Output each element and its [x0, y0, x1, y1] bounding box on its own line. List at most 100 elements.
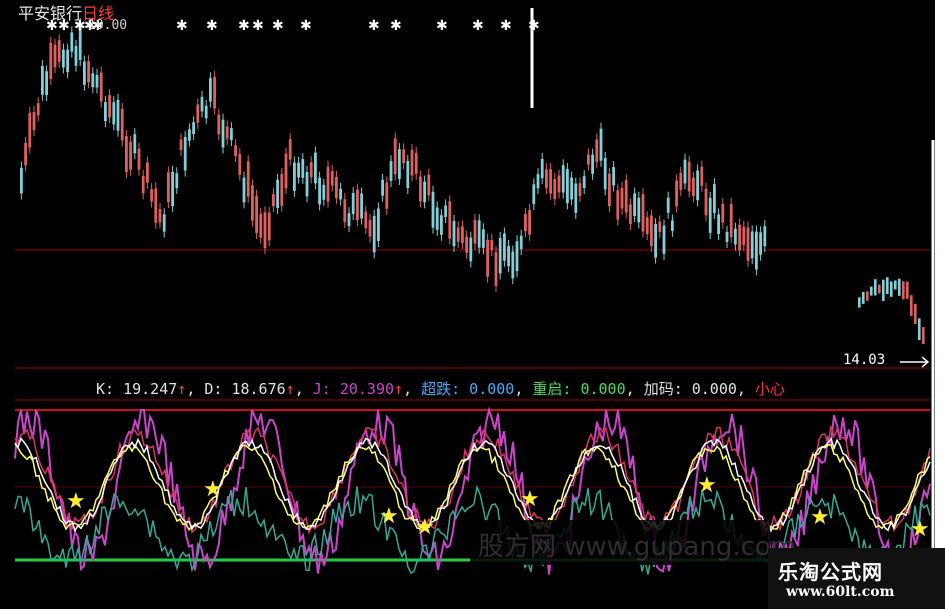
- candle-body: [650, 215, 653, 246]
- candle-body: [314, 152, 317, 184]
- candle-body: [293, 162, 296, 191]
- candle-body: [742, 226, 746, 245]
- candle-body: [574, 183, 578, 213]
- signal-dot-icon: ✱: [252, 18, 264, 34]
- signal-dot-icon: ✱: [528, 18, 540, 34]
- candle-body: [62, 49, 65, 68]
- candle-body: [322, 184, 326, 200]
- candle-body: [356, 189, 359, 221]
- candle-body: [200, 96, 204, 112]
- candle-body: [24, 142, 27, 166]
- candle-body: [129, 141, 132, 170]
- candle-body: [482, 229, 485, 248]
- candle-body: [662, 225, 666, 254]
- candle-body: [515, 241, 519, 272]
- candle-body: [259, 213, 263, 238]
- candle-body: [746, 227, 750, 261]
- up-arrow-icon: ↑: [177, 380, 187, 398]
- candle-body: [284, 153, 288, 189]
- candle-body: [637, 197, 641, 223]
- candle-body: [759, 232, 762, 255]
- candle-body: [234, 145, 237, 157]
- candle-body: [545, 169, 548, 189]
- candle-body: [36, 103, 40, 116]
- candle-body: [280, 173, 284, 206]
- candle-body: [154, 188, 158, 223]
- high-price-marker: 19.00: [88, 18, 128, 33]
- candle-body: [448, 201, 452, 239]
- candle-body: [704, 188, 708, 216]
- signal-dot-icon: ✱: [436, 18, 448, 34]
- candle-body: [666, 197, 670, 213]
- candle-body: [389, 161, 393, 181]
- signal-dot-icon: ✱: [272, 18, 284, 34]
- chaodie-value: 超跌: 0.000: [421, 380, 515, 398]
- candle-body: [671, 220, 674, 231]
- candle-body: [603, 157, 607, 190]
- candle-body: [608, 173, 611, 207]
- candle-body: [874, 279, 877, 296]
- candle-body: [209, 78, 212, 102]
- candle-body: [255, 195, 258, 233]
- up-arrow-icon: ↑: [285, 380, 295, 398]
- xiaoxin-value: 小心: [754, 380, 785, 398]
- candle-body: [377, 208, 380, 241]
- candle-body: [87, 61, 90, 83]
- candle-body: [217, 114, 221, 135]
- candle-body: [230, 128, 233, 141]
- candle-body: [582, 176, 586, 189]
- low-price-marker: 14.03: [843, 352, 886, 368]
- candle-body: [452, 220, 456, 247]
- candle-body: [553, 178, 557, 199]
- candle-body: [49, 42, 53, 79]
- candle-body: [486, 239, 489, 277]
- candle-body: [41, 65, 44, 95]
- candle-body: [683, 159, 687, 184]
- signal-dot-icon: ✱: [500, 18, 512, 34]
- candle-body: [435, 207, 439, 230]
- candle-body: [503, 233, 506, 261]
- candle-body: [591, 154, 594, 174]
- candle-body: [423, 181, 426, 203]
- candle-body: [225, 126, 229, 139]
- candle-body: [32, 111, 36, 130]
- candle-body: [587, 154, 590, 165]
- candle-body: [267, 212, 271, 241]
- candle-body: [641, 194, 645, 232]
- signal-dot-icon: ✱: [472, 18, 484, 34]
- candle-body: [188, 129, 191, 141]
- watermark-url: www.60lt.com: [786, 584, 895, 600]
- candle-body: [750, 231, 754, 259]
- k-value: K: 19.247: [96, 380, 178, 398]
- star-icon: ★: [697, 473, 717, 498]
- candle-body: [922, 327, 925, 345]
- candle-body: [351, 193, 355, 214]
- candle-body: [276, 179, 279, 208]
- candle-body: [414, 152, 418, 174]
- candle-body: [713, 184, 716, 214]
- candle-body: [251, 185, 254, 221]
- signal-dot-icon: ✱: [368, 18, 380, 34]
- candle-body: [725, 231, 729, 243]
- candle-body: [158, 209, 162, 223]
- candle-body: [473, 219, 477, 244]
- candle-body: [616, 190, 620, 220]
- candle-body: [906, 281, 909, 299]
- indicator-values-row: K: 19.247↑, D: 18.676↑, J: 20.390↑, 超跌: …: [96, 380, 785, 398]
- candle-body: [498, 237, 502, 274]
- candle-body: [902, 281, 905, 300]
- chongqi-value: 重启: 0.000: [532, 380, 626, 398]
- candle-body: [70, 32, 74, 52]
- candle-body: [95, 74, 99, 88]
- candle-body: [633, 193, 636, 216]
- candle-body: [870, 286, 873, 296]
- candle-body: [53, 44, 57, 68]
- signal-dot-icon: ✱: [300, 18, 312, 34]
- candle-body: [309, 162, 313, 178]
- candle-body: [263, 212, 267, 249]
- star-icon: ★: [66, 489, 86, 514]
- candle-body: [297, 162, 300, 178]
- candle-body: [427, 174, 431, 196]
- candle-body: [146, 162, 149, 183]
- candle-body: [183, 136, 187, 171]
